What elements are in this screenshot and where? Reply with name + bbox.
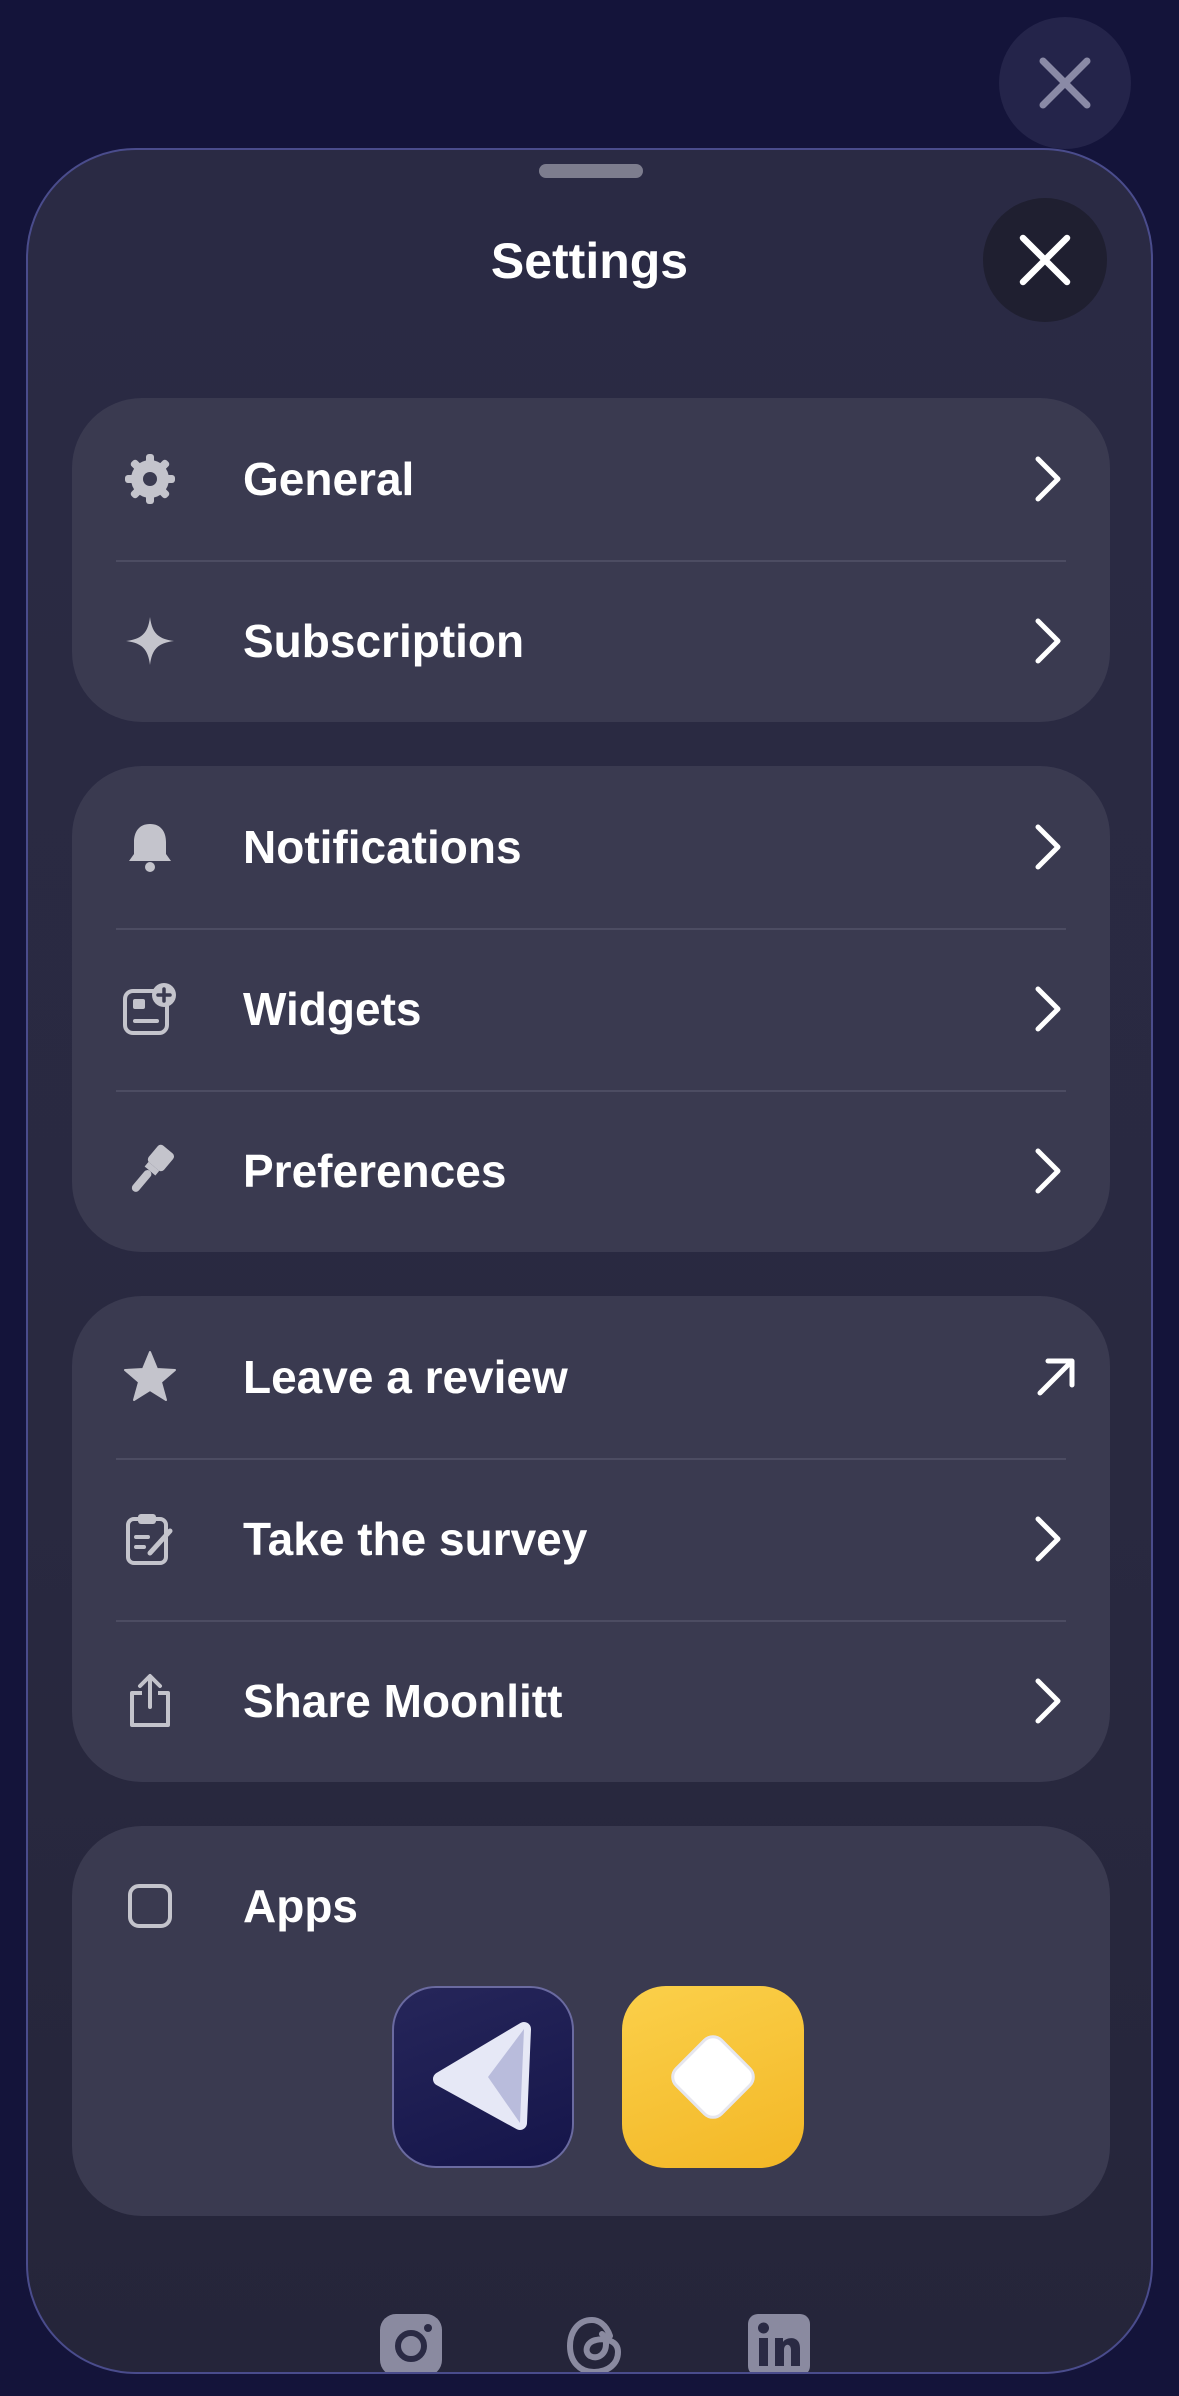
chevron-right-icon xyxy=(1026,1143,1070,1199)
settings-item-leave-review[interactable]: Leave a review xyxy=(72,1296,1110,1458)
instagram-icon[interactable] xyxy=(376,2310,446,2372)
settings-group-app: Notifications Widgets Preferences xyxy=(72,766,1110,1252)
widget-add-icon xyxy=(122,981,178,1037)
clipboard-edit-icon xyxy=(122,1511,178,1567)
settings-item-share[interactable]: Share Moonlitt xyxy=(72,1620,1110,1782)
bell-icon xyxy=(122,819,178,875)
chevron-right-icon xyxy=(1026,613,1070,669)
chevron-right-icon xyxy=(1026,1511,1070,1567)
star-icon xyxy=(122,1349,178,1405)
settings-item-label: Preferences xyxy=(243,1145,507,1197)
chevron-right-icon xyxy=(1026,981,1070,1037)
close-icon xyxy=(1039,57,1091,109)
play-app-icon[interactable] xyxy=(392,1986,574,2168)
settings-group-feedback: Leave a review Take the survey Share Moo… xyxy=(72,1296,1110,1782)
apps-section: Apps xyxy=(72,1826,1110,2216)
settings-item-widgets[interactable]: Widgets xyxy=(72,928,1110,1090)
settings-item-subscription[interactable]: Subscription xyxy=(72,560,1110,722)
settings-group-account: General Subscription xyxy=(72,398,1110,722)
paintbrush-icon xyxy=(122,1143,178,1199)
chevron-right-icon xyxy=(1026,819,1070,875)
sparkle-icon xyxy=(122,613,178,669)
chevron-right-icon xyxy=(1026,451,1070,507)
settings-item-general[interactable]: General xyxy=(72,398,1110,560)
settings-item-label: Share Moonlitt xyxy=(243,1675,563,1727)
settings-item-label: Subscription xyxy=(243,615,525,667)
social-links xyxy=(28,2310,1151,2372)
threads-icon[interactable] xyxy=(560,2310,630,2372)
settings-item-label: Notifications xyxy=(243,821,522,873)
external-arrow-icon xyxy=(1034,1349,1078,1405)
close-button[interactable] xyxy=(983,198,1107,322)
settings-item-label: Take the survey xyxy=(243,1513,588,1565)
close-icon xyxy=(1019,234,1071,286)
apps-label: Apps xyxy=(243,1880,358,1932)
chevron-right-icon xyxy=(1026,1673,1070,1729)
settings-item-label: Widgets xyxy=(243,983,422,1035)
linkedin-icon[interactable] xyxy=(744,2310,814,2372)
share-icon xyxy=(122,1673,178,1729)
apps-list xyxy=(72,1986,1110,2168)
settings-item-label: Leave a review xyxy=(243,1351,568,1403)
gear-icon xyxy=(122,451,178,507)
diamond-app-icon[interactable] xyxy=(622,1986,804,2168)
sheet-grabber[interactable] xyxy=(539,164,643,178)
square-icon xyxy=(122,1878,178,1934)
apps-header: Apps xyxy=(72,1826,1110,1986)
settings-item-label: General xyxy=(243,453,415,505)
settings-item-survey[interactable]: Take the survey xyxy=(72,1458,1110,1620)
settings-sheet: Settings General Subscription Notificati… xyxy=(26,148,1153,2374)
settings-item-notifications[interactable]: Notifications xyxy=(72,766,1110,928)
settings-item-preferences[interactable]: Preferences xyxy=(72,1090,1110,1252)
background-close-button[interactable] xyxy=(999,17,1131,149)
